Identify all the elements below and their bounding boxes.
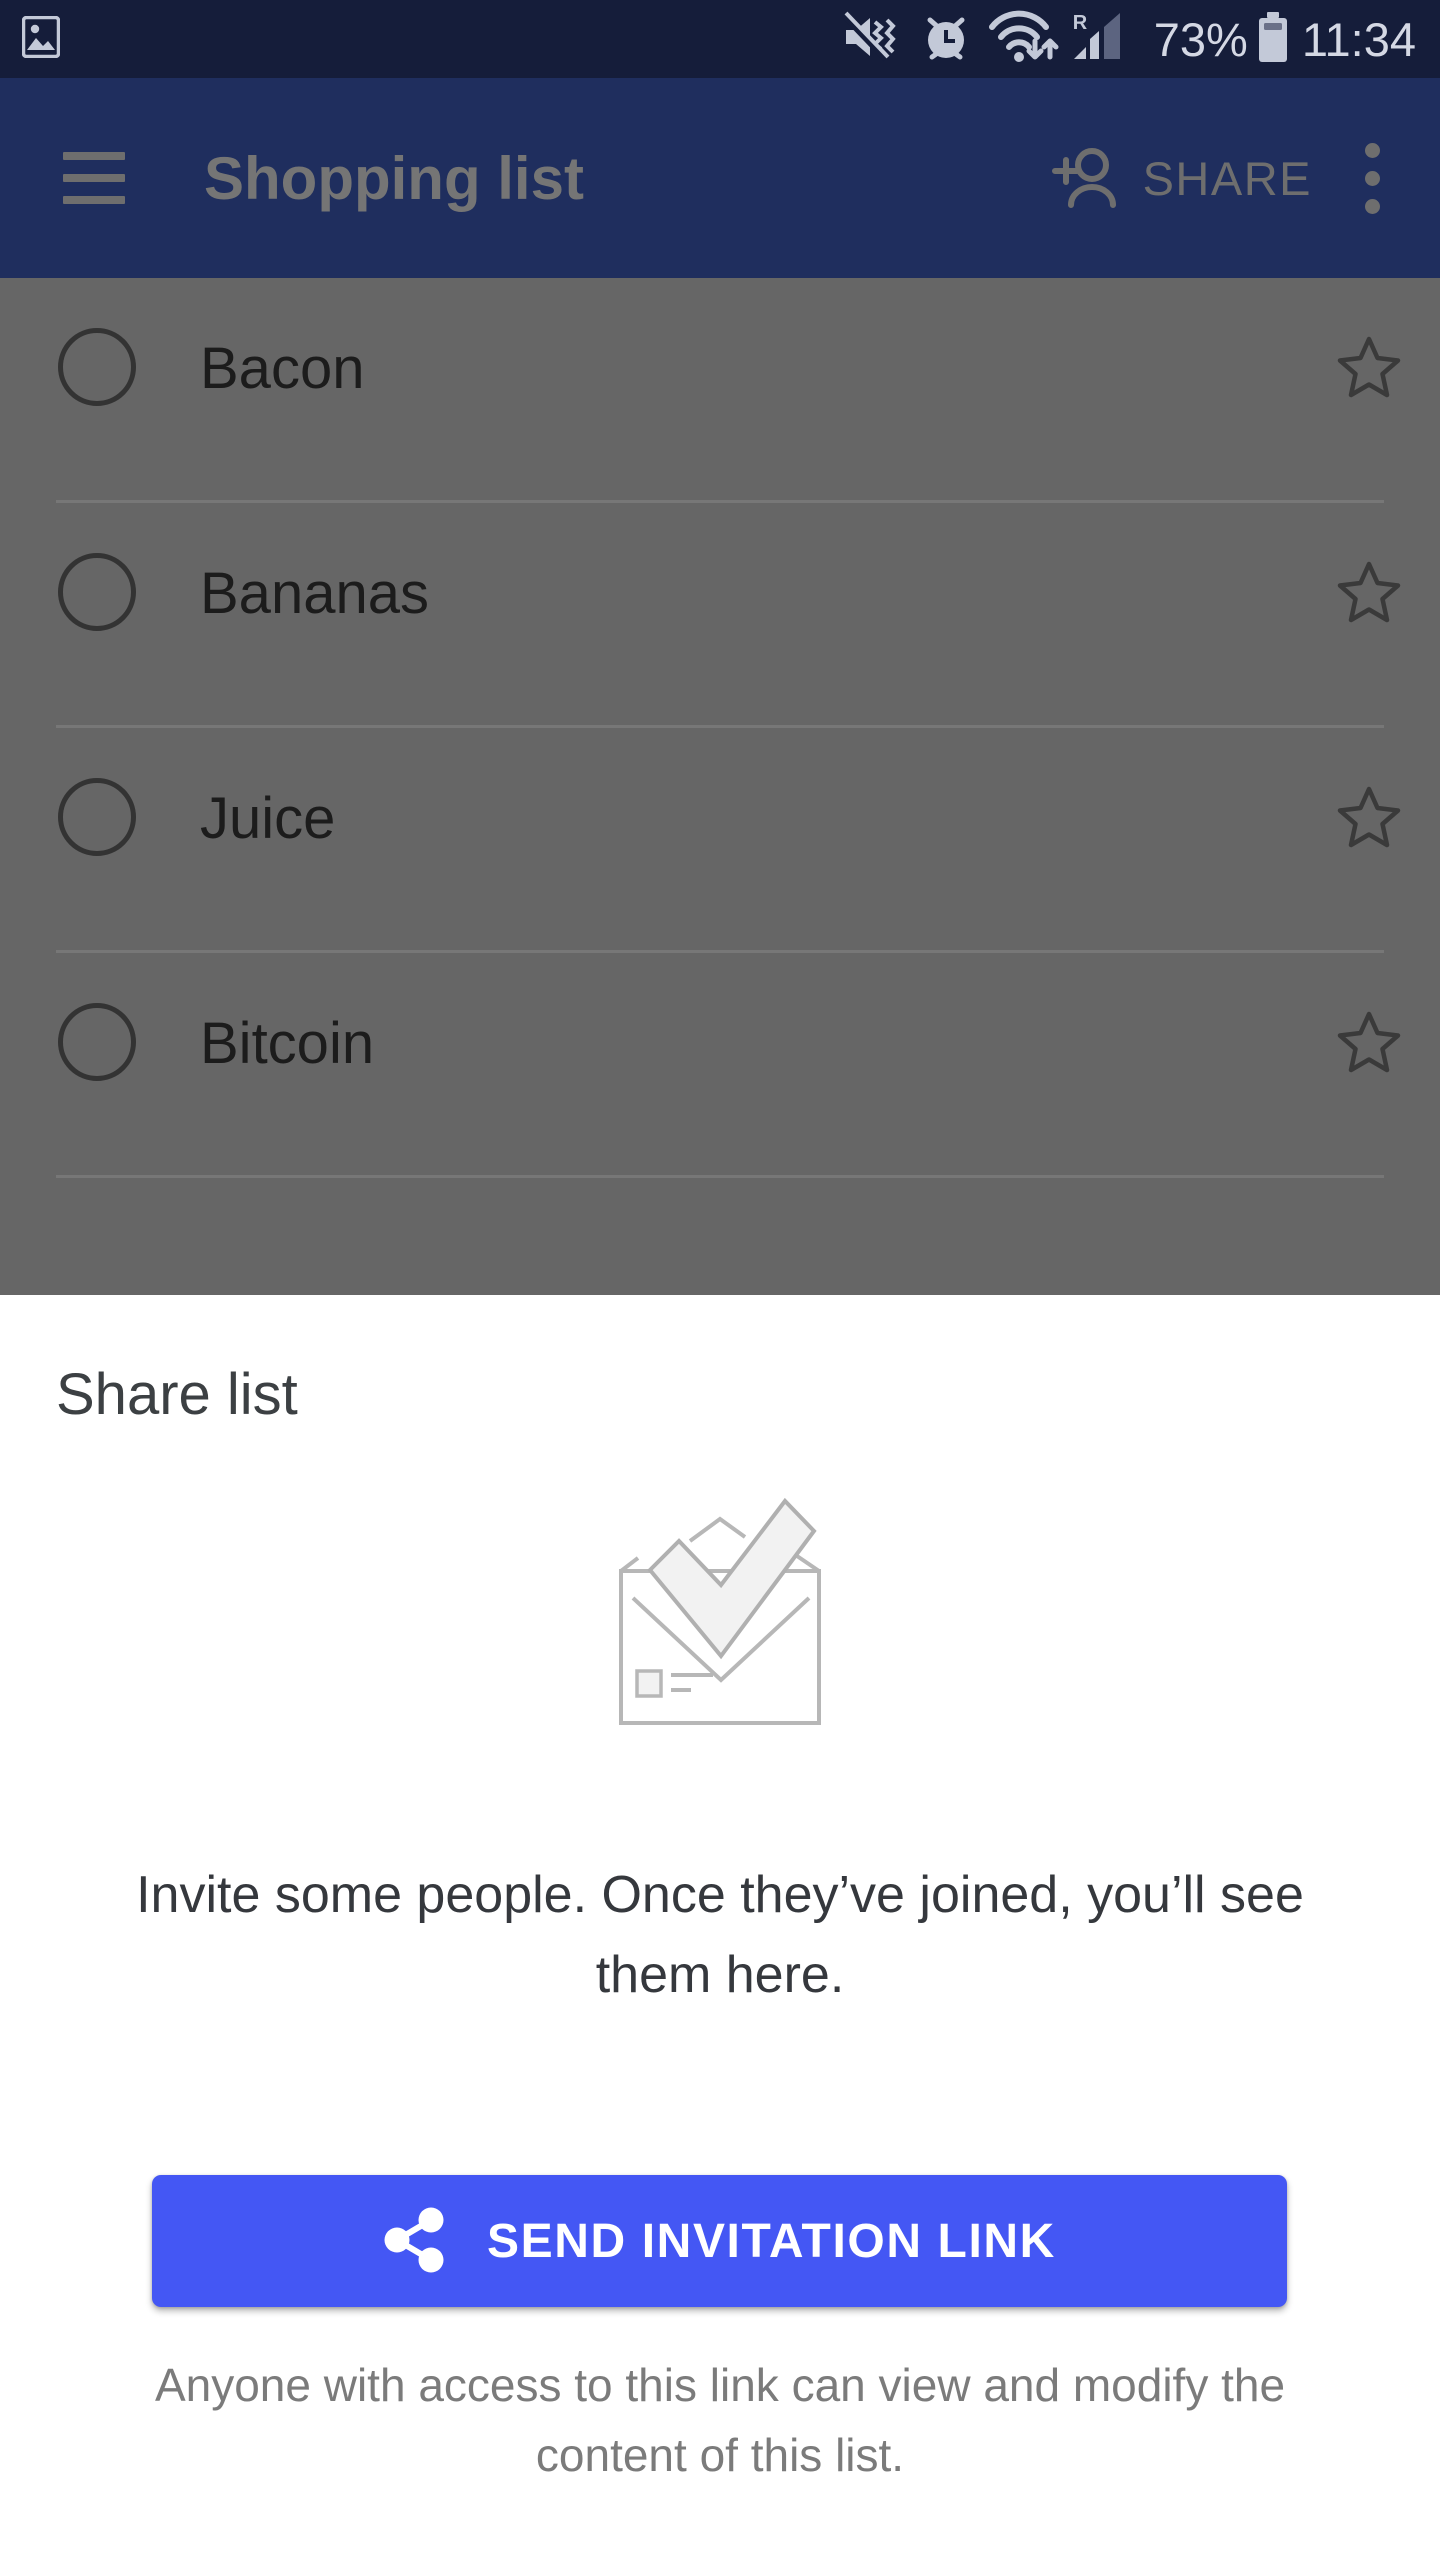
more-vertical-icon[interactable] [1326,122,1418,234]
item-checkbox-circle-icon[interactable] [58,1003,136,1081]
item-checkbox-circle-icon[interactable] [58,328,136,406]
item-checkbox-circle-icon[interactable] [58,778,136,856]
overflow-dot-3 [1364,198,1380,214]
overflow-dot-2 [1364,170,1380,186]
star-outline-icon[interactable] [1336,559,1402,625]
star-outline-icon[interactable] [1336,784,1402,850]
list-item-label: Bananas [200,561,429,626]
wifi-data-transfer-icon [988,10,1064,69]
overflow-dot-1 [1364,142,1380,158]
list-item-label: Juice [200,786,336,851]
send-invitation-link-label: SEND INVITATION LINK [487,2214,1056,2268]
menu-bar-1 [63,152,125,160]
menu-bar-2 [63,174,125,182]
phone-screen: R 73% 11:34 Shopping list SHARE Bacon Ba… [0,0,1440,2560]
mute-vibrate-icon [841,11,906,68]
share-button-label: SHARE [1142,151,1312,205]
list-divider [56,1175,1384,1178]
item-checkbox-circle-icon[interactable] [58,553,136,631]
roaming-signal-icon: R [1068,9,1140,70]
list-item-label: Bacon [200,336,365,401]
star-outline-icon[interactable] [1336,334,1402,400]
svg-text:R: R [1073,12,1088,34]
star-outline-icon[interactable] [1336,1009,1402,1075]
alarm-clock-icon [920,11,972,68]
app-bar: Shopping list SHARE [0,78,1440,278]
hamburger-menu-icon[interactable] [38,122,150,234]
status-bar-left [21,15,61,63]
list-item-label: Bitcoin [200,1011,375,1076]
list-item[interactable]: Bacon [0,278,1440,503]
envelope-with-checkmark-illustration [0,1475,1440,1765]
status-bar-right: R 73% 11:34 [841,9,1416,70]
battery-icon [1256,11,1290,68]
share-link-footnote: Anyone with access to this link can view… [154,2359,1286,2481]
share-list-bottom-sheet: Share list Invite some people. Once they… [0,1295,1440,2560]
empty-state-text: Invite some people. Once they’ve joined,… [136,1866,1304,2004]
sheet-title: Share list [56,1362,298,1427]
gallery-image-icon [21,15,61,63]
battery-percent-label: 73% [1153,12,1248,66]
menu-bar-3 [63,196,125,204]
status-bar-clock: 11:34 [1301,12,1416,66]
list-item[interactable]: Juice [0,728,1440,953]
send-invitation-link-button[interactable]: SEND INVITATION LINK [152,2175,1287,2307]
status-bar: R 73% 11:34 [0,0,1440,78]
person-add-icon [1049,143,1125,214]
list-item[interactable]: Bananas [0,503,1440,728]
page-title: Shopping list [204,144,584,212]
list-item[interactable]: Bitcoin [0,953,1440,1178]
share-nodes-icon [383,2207,445,2276]
shopping-list-scrimmed: Bacon Bananas Juice Bitcoin [0,278,1440,1295]
share-button[interactable]: SHARE [1049,143,1312,214]
